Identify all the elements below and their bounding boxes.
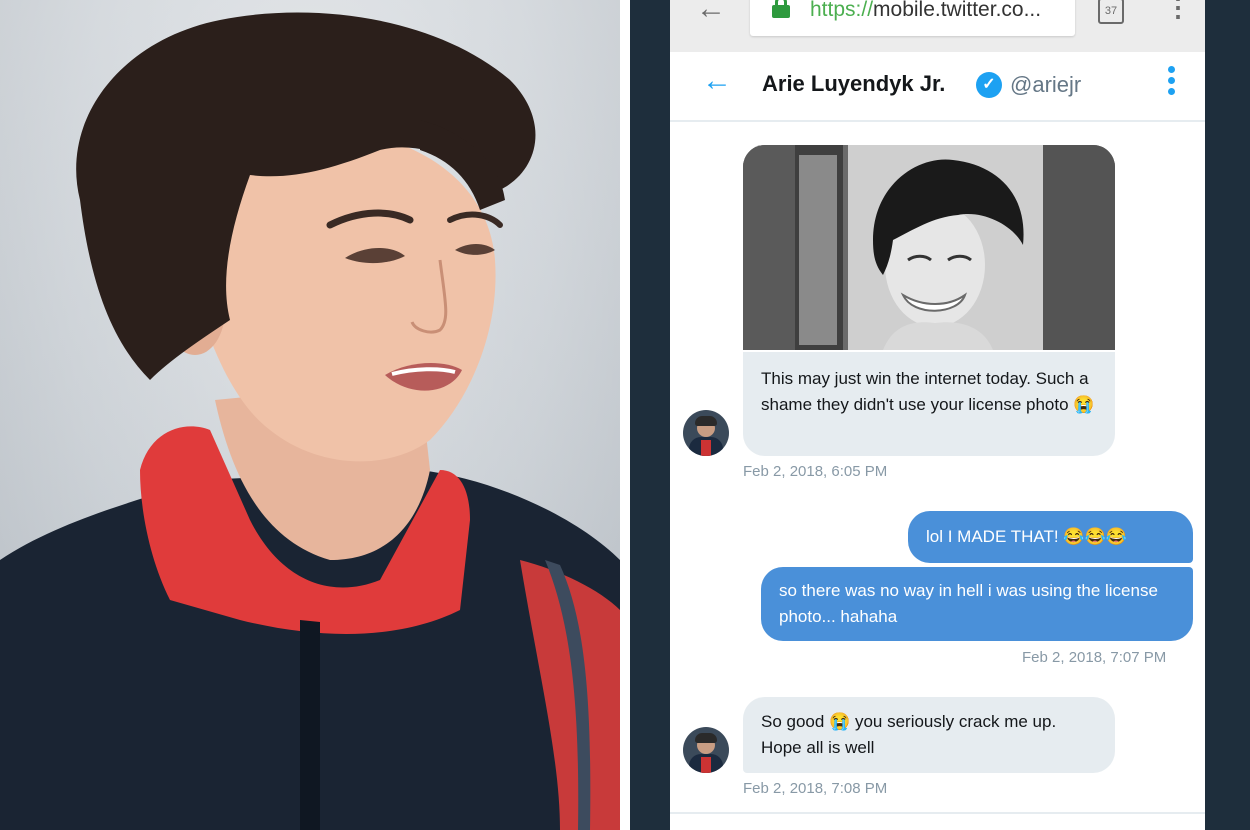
url-scheme: https:// xyxy=(810,0,874,21)
verified-badge-icon: ✓ xyxy=(976,72,1002,98)
more-options-icon[interactable] xyxy=(1168,66,1176,99)
frame-right xyxy=(1205,0,1250,830)
message-bubble-incoming[interactable]: So good 😭 you seriously crack me up. Hop… xyxy=(743,697,1115,773)
photo-divider xyxy=(620,0,630,830)
lock-icon xyxy=(772,0,790,18)
message-timestamp: Feb 2, 2018, 6:05 PM xyxy=(743,463,888,480)
tab-count-icon[interactable]: 37 xyxy=(1098,0,1124,24)
url-text: https://mobile.twitter.co... xyxy=(810,0,1041,22)
left-photo xyxy=(0,0,620,830)
portrait-illustration xyxy=(0,12,620,830)
message-bubble-outgoing[interactable]: so there was no way in hell i was using … xyxy=(761,567,1193,641)
phone-screen: ← https://mobile.twitter.co... 37 ⋮ ← Ar… xyxy=(670,0,1205,830)
address-bar[interactable]: https://mobile.twitter.co... xyxy=(750,0,1075,36)
compose-divider xyxy=(670,812,1205,814)
url-host: mobile.twitter.co... xyxy=(873,0,1042,21)
browser-back-icon[interactable]: ← xyxy=(696,0,726,26)
message-bubble-outgoing[interactable]: lol I MADE THAT! 😂😂😂 xyxy=(908,511,1193,563)
license-photo-illustration xyxy=(743,145,1115,350)
shared-photo[interactable] xyxy=(743,145,1115,350)
avatar[interactable] xyxy=(683,727,729,773)
message-bubble-incoming[interactable]: This may just win the internet today. Su… xyxy=(743,352,1115,456)
back-arrow-icon[interactable]: ← xyxy=(702,64,732,98)
avatar[interactable] xyxy=(683,410,729,456)
message-timestamp: Feb 2, 2018, 7:07 PM xyxy=(1022,649,1167,666)
browser-toolbar: ← https://mobile.twitter.co... 37 ⋮ xyxy=(670,0,1205,53)
conversation-handle[interactable]: @ariejr xyxy=(1010,72,1081,98)
conversation-name[interactable]: Arie Luyendyk Jr. xyxy=(762,71,945,97)
frame-left xyxy=(630,0,670,830)
conversation-header: ← Arie Luyendyk Jr. ✓ @ariejr xyxy=(670,52,1205,122)
browser-menu-icon[interactable]: ⋮ xyxy=(1165,0,1191,23)
message-timestamp: Feb 2, 2018, 7:08 PM xyxy=(743,780,888,797)
